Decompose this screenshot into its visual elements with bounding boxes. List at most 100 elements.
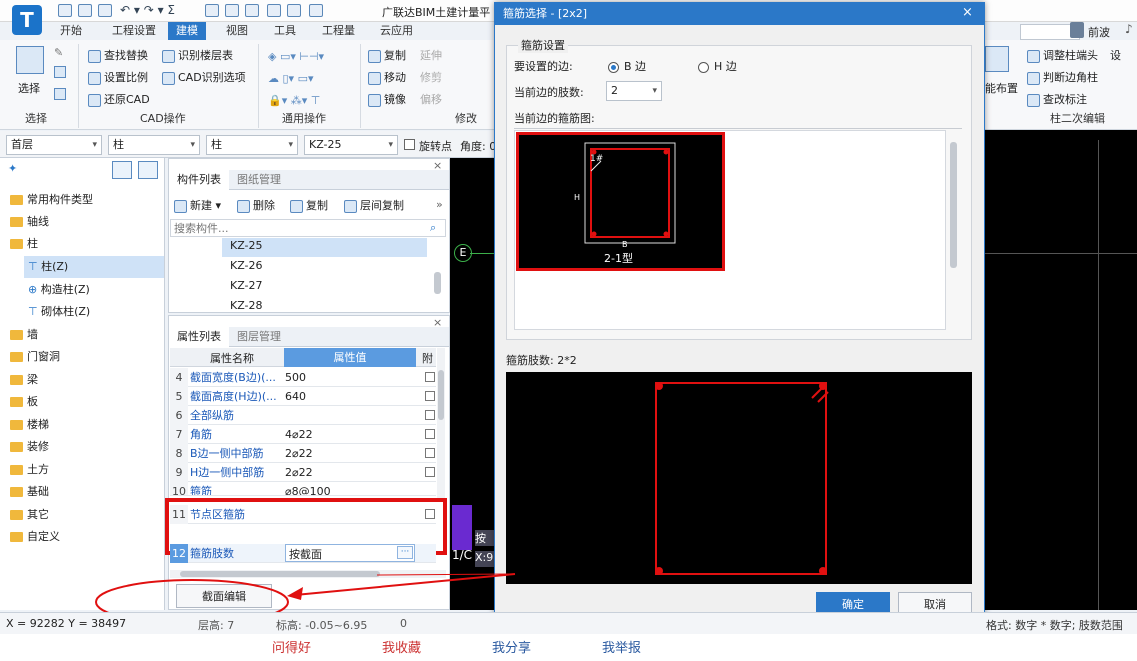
floor-copy-button[interactable]: 层间复制 (344, 197, 404, 213)
component-search-input[interactable] (170, 219, 446, 237)
drawing-canvas-right[interactable] (985, 130, 1137, 610)
check-label-button[interactable]: 查改标注 (1027, 91, 1087, 107)
toolbar-icon-3[interactable] (245, 4, 259, 17)
extend-button[interactable]: 延伸 (420, 47, 442, 63)
smart-layout-button[interactable]: 能布置 (985, 80, 1018, 96)
search-icon[interactable]: ⌕ (430, 221, 436, 235)
trim-button[interactable]: 修剪 (420, 69, 442, 85)
grid-icon[interactable] (287, 4, 301, 17)
select-icon[interactable] (16, 46, 44, 74)
edit-tools[interactable]: ◈ ▭▾ ⊢⊣▾ ☁ ▯▾ ▭▾ 🔒▾ ⁂▾ ⊤ (268, 46, 324, 112)
list-item[interactable]: KZ-25 (230, 239, 263, 252)
checkbox[interactable] (425, 467, 435, 477)
cad-options-button[interactable]: CAD识别选项 (162, 69, 246, 85)
table-row[interactable]: 9 H边一侧中部筋 2⌀22 (170, 463, 436, 482)
radio-h-side[interactable]: H 边 (698, 58, 737, 74)
toolbar-icon-1[interactable] (205, 4, 219, 17)
component-select[interactable]: KZ-25 ▾ (304, 135, 398, 155)
radio-b-side[interactable]: B 边 (608, 58, 646, 74)
tree-common-types[interactable]: 常用构件类型 (10, 189, 93, 211)
find-replace-button[interactable]: 查找替换 (88, 47, 148, 63)
ellipsis-icon[interactable]: ··· (397, 546, 413, 559)
tree-wall[interactable]: 墙 (10, 324, 38, 346)
smart-layout-icon[interactable] (985, 46, 1009, 72)
tree-other[interactable]: 其它 (10, 504, 49, 526)
tree-custom[interactable]: 自定义 (10, 526, 60, 548)
toolbar-icon-2[interactable] (225, 4, 239, 17)
layer-grid-icon-2[interactable] (54, 88, 66, 100)
checkbox[interactable] (425, 410, 435, 420)
copy-component-button[interactable]: 复制 (290, 197, 328, 213)
table-row[interactable]: 5 截面高度(H边)(... 640 (170, 387, 436, 406)
legs-select[interactable]: 2 ▾ (606, 81, 662, 101)
tab-tools[interactable]: 工具 (266, 22, 304, 40)
close-icon[interactable]: × (962, 5, 973, 20)
new-component-button[interactable]: 新建 ▾ (174, 197, 221, 213)
pen-icon[interactable]: ✎ (54, 46, 63, 59)
tab-drawing-management[interactable]: 图纸管理 (229, 170, 289, 190)
tree-slab[interactable]: 板 (10, 391, 38, 413)
save-icon[interactable] (58, 4, 72, 17)
layer-grid-icon[interactable] (54, 66, 66, 78)
tree-beam[interactable]: 梁 (10, 369, 38, 391)
pin-icon[interactable]: ✦ (8, 162, 17, 175)
grid-view-icon[interactable] (138, 161, 158, 179)
table-row[interactable]: 7 角筋 4⌀22 (170, 425, 436, 444)
list-view-icon[interactable] (112, 161, 132, 179)
layer-icon[interactable] (309, 4, 323, 17)
link-my-report[interactable]: 我举报 (602, 637, 641, 656)
new-file-icon[interactable] (78, 4, 92, 17)
checkbox[interactable] (425, 372, 435, 382)
checkbox[interactable] (425, 509, 435, 519)
undo-icon[interactable]: ↶ ▾ ↷ ▾ Σ (120, 3, 175, 17)
list-item[interactable]: KZ-28 (230, 299, 263, 312)
list-item[interactable]: KZ-27 (230, 279, 263, 292)
checkbox[interactable] (425, 391, 435, 401)
tab-view[interactable]: 视图 (218, 22, 256, 40)
tree-foundation[interactable]: 基础 (10, 481, 49, 503)
tab-property-list[interactable]: 属性列表 (169, 327, 229, 347)
tab-quantity[interactable]: 工程量 (314, 22, 363, 40)
tree-column[interactable]: 柱 (10, 233, 38, 255)
judge-corner-column-button[interactable]: 判断边角柱 (1027, 69, 1098, 85)
offset-button[interactable]: 偏移 (420, 91, 442, 107)
set-scale-button[interactable]: 设置比例 (88, 69, 148, 85)
link-my-share[interactable]: 我分享 (492, 637, 531, 656)
tree-earthwork[interactable]: 土方 (10, 459, 49, 481)
tree-struct-column[interactable]: ⊕ 构造柱(Z) (28, 279, 90, 301)
checkbox[interactable] (425, 448, 435, 458)
draw-icon[interactable] (267, 4, 281, 17)
select-button[interactable]: 选择 (18, 80, 40, 96)
move-button[interactable]: 移动 (368, 69, 406, 85)
tree-door-window[interactable]: 门窗洞 (10, 346, 60, 368)
table-row[interactable]: 8 B边一侧中部筋 2⌀22 (170, 444, 436, 463)
link-good-question[interactable]: 问得好 (272, 637, 311, 656)
tree-masonry-column[interactable]: ⊤ 砌体柱(Z) (28, 301, 90, 323)
open-icon[interactable] (98, 4, 112, 17)
more-icon[interactable]: » (436, 198, 443, 211)
tab-layer-management[interactable]: 图层管理 (229, 327, 289, 347)
bell-icon[interactable]: ♪ (1125, 22, 1133, 36)
tab-modeling[interactable]: 建模 (168, 22, 206, 40)
tab-component-list[interactable]: 构件列表 (169, 170, 229, 190)
delete-component-button[interactable]: 删除 (237, 197, 275, 213)
tree-stairs[interactable]: 楼梯 (10, 414, 49, 436)
list-scrollbar[interactable] (434, 272, 441, 294)
tab-project-settings[interactable]: 工程设置 (104, 22, 164, 40)
identify-floor-table-button[interactable]: 识别楼层表 (162, 47, 233, 63)
tree-decoration[interactable]: 装修 (10, 436, 49, 458)
rotate-checkbox[interactable] (404, 139, 415, 150)
table-row[interactable]: 4 截面宽度(B边)(... 500 (170, 368, 436, 387)
tree-column-z[interactable]: ⊤ 柱(Z) (24, 256, 164, 278)
table-row-node-stirrup[interactable]: 11 节点区箍筋 (170, 505, 436, 524)
table-row[interactable]: 10 箍筋 ⌀8@100 (170, 482, 436, 496)
tab-start[interactable]: 开始 (52, 22, 90, 40)
link-my-favorites[interactable]: 我收藏 (382, 637, 421, 656)
copy-button[interactable]: 复制 (368, 47, 406, 63)
tab-cloud[interactable]: 云应用 (372, 22, 421, 40)
tree-axis[interactable]: 轴线 (10, 211, 49, 233)
restore-cad-button[interactable]: 还原CAD (88, 91, 150, 107)
more-button[interactable]: 设 (1110, 47, 1121, 63)
list-item[interactable]: KZ-26 (230, 259, 263, 272)
user-name[interactable]: 前波 (1088, 24, 1110, 40)
